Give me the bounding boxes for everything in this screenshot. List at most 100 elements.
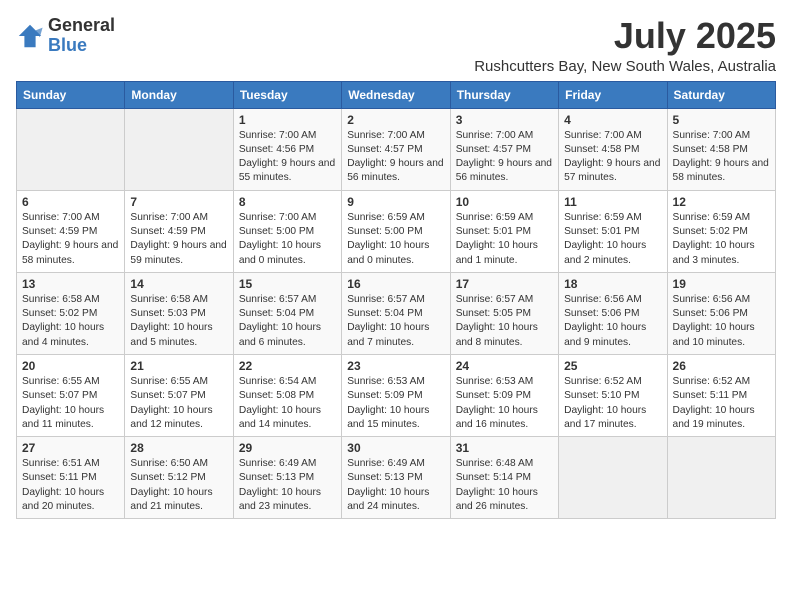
day-number: 25 (564, 359, 661, 373)
day-info: Sunrise: 6:48 AM Sunset: 5:14 PM Dayligh… (456, 457, 553, 514)
header-cell-monday: Monday (125, 81, 233, 108)
day-number: 10 (456, 195, 553, 209)
calendar-cell: 18Sunrise: 6:56 AM Sunset: 5:06 PM Dayli… (559, 272, 667, 354)
calendar-cell: 21 Sunrise: 6:55 AM Sunset: 5:07 PM Dayli… (125, 354, 233, 436)
calendar-cell: 3 Sunrise: 7:00 AM Sunset: 4:57 PM Daylig… (450, 108, 558, 190)
day-info: Sunrise: 6:53 AM Sunset: 5:09 PM Dayligh… (456, 375, 553, 432)
calendar-cell: 4Sunrise: 7:00 AM Sunset: 4:58 PM Daylig… (559, 108, 667, 190)
day-number: 22 (239, 359, 336, 373)
day-number: 3 (456, 113, 553, 127)
calendar-cell: 19Sunrise: 6:56 AM Sunset: 5:06 PM Dayli… (667, 272, 775, 354)
day-number: 13 (22, 277, 119, 291)
calendar-cell: 29 Sunrise: 6:49 AM Sunset: 5:13 PM Dayli… (233, 437, 341, 519)
day-info: Sunrise: 6:49 AM Sunset: 5:13 PM Dayligh… (347, 457, 444, 514)
logo-icon (16, 22, 44, 50)
day-number: 1 (239, 113, 336, 127)
day-info: Sunrise: 6:58 AM Sunset: 5:03 PM Dayligh… (130, 293, 227, 350)
day-info: Sunrise: 6:56 AM Sunset: 5:06 PM Dayligh… (564, 293, 661, 350)
page-header: General Blue July 2025 Rushcutters Bay, … (16, 16, 776, 75)
calendar-table: SundayMondayTuesdayWednesdayThursdayFrid… (16, 81, 776, 520)
day-info: Sunrise: 6:52 AM Sunset: 5:11 PM Dayligh… (673, 375, 770, 432)
day-info: Sunrise: 7:00 AM Sunset: 5:00 PM Dayligh… (239, 211, 336, 268)
calendar-week-3: 13 Sunrise: 6:58 AM Sunset: 5:02 PM Dayli… (17, 272, 776, 354)
calendar-cell: 22 Sunrise: 6:54 AM Sunset: 5:08 PM Dayli… (233, 354, 341, 436)
day-info: Sunrise: 6:59 AM Sunset: 5:02 PM Dayligh… (673, 211, 770, 268)
calendar-cell: 20 Sunrise: 6:55 AM Sunset: 5:07 PM Dayli… (17, 354, 125, 436)
day-number: 14 (130, 277, 227, 291)
day-info: Sunrise: 6:59 AM Sunset: 5:01 PM Dayligh… (564, 211, 661, 268)
calendar-cell: 30Sunrise: 6:49 AM Sunset: 5:13 PM Dayli… (342, 437, 450, 519)
calendar-cell: 12 Sunrise: 6:59 AM Sunset: 5:02 PM Dayli… (667, 190, 775, 272)
day-number: 24 (456, 359, 553, 373)
day-info: Sunrise: 6:50 AM Sunset: 5:12 PM Dayligh… (130, 457, 227, 514)
calendar-cell: 11 Sunrise: 6:59 AM Sunset: 5:01 PM Dayli… (559, 190, 667, 272)
header-cell-tuesday: Tuesday (233, 81, 341, 108)
logo: General Blue (16, 16, 115, 56)
header-cell-wednesday: Wednesday (342, 81, 450, 108)
day-info: Sunrise: 6:55 AM Sunset: 5:07 PM Dayligh… (22, 375, 119, 432)
calendar-cell: 2 Sunrise: 7:00 AM Sunset: 4:57 PM Daylig… (342, 108, 450, 190)
day-info: Sunrise: 6:57 AM Sunset: 5:04 PM Dayligh… (347, 293, 444, 350)
logo-blue-text: Blue (48, 36, 115, 56)
calendar-cell: 24 Sunrise: 6:53 AM Sunset: 5:09 PM Dayli… (450, 354, 558, 436)
calendar-cell: 26 Sunrise: 6:52 AM Sunset: 5:11 PM Dayli… (667, 354, 775, 436)
day-number: 2 (347, 113, 444, 127)
day-info: Sunrise: 6:54 AM Sunset: 5:08 PM Dayligh… (239, 375, 336, 432)
calendar-cell: 5Sunrise: 7:00 AM Sunset: 4:58 PM Daylig… (667, 108, 775, 190)
day-number: 27 (22, 441, 119, 455)
day-info: Sunrise: 7:00 AM Sunset: 4:57 PM Dayligh… (347, 129, 444, 186)
calendar-cell: 6 Sunrise: 7:00 AM Sunset: 4:59 PM Daylig… (17, 190, 125, 272)
day-number: 17 (456, 277, 553, 291)
calendar-cell: 1Sunrise: 7:00 AM Sunset: 4:56 PM Daylig… (233, 108, 341, 190)
calendar-week-2: 6 Sunrise: 7:00 AM Sunset: 4:59 PM Daylig… (17, 190, 776, 272)
day-info: Sunrise: 7:00 AM Sunset: 4:58 PM Dayligh… (564, 129, 661, 186)
day-info: Sunrise: 6:55 AM Sunset: 5:07 PM Dayligh… (130, 375, 227, 432)
day-number: 21 (130, 359, 227, 373)
day-number: 26 (673, 359, 770, 373)
calendar-cell: 28Sunrise: 6:50 AM Sunset: 5:12 PM Dayli… (125, 437, 233, 519)
day-number: 12 (673, 195, 770, 209)
day-number: 11 (564, 195, 661, 209)
logo-text: General Blue (48, 16, 115, 56)
day-number: 16 (347, 277, 444, 291)
calendar-cell: 10 Sunrise: 6:59 AM Sunset: 5:01 PM Dayli… (450, 190, 558, 272)
title-area: July 2025 Rushcutters Bay, New South Wal… (474, 16, 776, 75)
calendar-cell: 25 Sunrise: 6:52 AM Sunset: 5:10 PM Dayli… (559, 354, 667, 436)
day-number: 19 (673, 277, 770, 291)
calendar-cell: 31 Sunrise: 6:48 AM Sunset: 5:14 PM Dayli… (450, 437, 558, 519)
day-info: Sunrise: 6:57 AM Sunset: 5:04 PM Dayligh… (239, 293, 336, 350)
day-number: 7 (130, 195, 227, 209)
day-info: Sunrise: 6:59 AM Sunset: 5:01 PM Dayligh… (456, 211, 553, 268)
calendar-cell (559, 437, 667, 519)
day-info: Sunrise: 7:00 AM Sunset: 4:57 PM Dayligh… (456, 129, 553, 186)
day-number: 8 (239, 195, 336, 209)
calendar-cell: 15Sunrise: 6:57 AM Sunset: 5:04 PM Dayli… (233, 272, 341, 354)
day-number: 29 (239, 441, 336, 455)
day-number: 31 (456, 441, 553, 455)
header-cell-thursday: Thursday (450, 81, 558, 108)
header-cell-saturday: Saturday (667, 81, 775, 108)
calendar-cell: 9 Sunrise: 6:59 AM Sunset: 5:00 PM Daylig… (342, 190, 450, 272)
day-info: Sunrise: 7:00 AM Sunset: 4:59 PM Dayligh… (22, 211, 119, 268)
month-title: July 2025 (474, 16, 776, 56)
calendar-cell (17, 108, 125, 190)
calendar-cell: 13 Sunrise: 6:58 AM Sunset: 5:02 PM Dayli… (17, 272, 125, 354)
calendar-week-1: 1Sunrise: 7:00 AM Sunset: 4:56 PM Daylig… (17, 108, 776, 190)
day-info: Sunrise: 6:58 AM Sunset: 5:02 PM Dayligh… (22, 293, 119, 350)
calendar-cell: 17Sunrise: 6:57 AM Sunset: 5:05 PM Dayli… (450, 272, 558, 354)
day-number: 5 (673, 113, 770, 127)
day-info: Sunrise: 7:00 AM Sunset: 4:59 PM Dayligh… (130, 211, 227, 268)
calendar-cell (125, 108, 233, 190)
calendar-cell: 7 Sunrise: 7:00 AM Sunset: 4:59 PM Daylig… (125, 190, 233, 272)
day-info: Sunrise: 6:59 AM Sunset: 5:00 PM Dayligh… (347, 211, 444, 268)
calendar-cell: 14 Sunrise: 6:58 AM Sunset: 5:03 PM Dayli… (125, 272, 233, 354)
header-row: SundayMondayTuesdayWednesdayThursdayFrid… (17, 81, 776, 108)
logo-general-text: General (48, 16, 115, 36)
day-number: 20 (22, 359, 119, 373)
day-info: Sunrise: 6:53 AM Sunset: 5:09 PM Dayligh… (347, 375, 444, 432)
day-info: Sunrise: 6:49 AM Sunset: 5:13 PM Dayligh… (239, 457, 336, 514)
day-info: Sunrise: 6:52 AM Sunset: 5:10 PM Dayligh… (564, 375, 661, 432)
day-number: 6 (22, 195, 119, 209)
day-number: 9 (347, 195, 444, 209)
calendar-cell (667, 437, 775, 519)
